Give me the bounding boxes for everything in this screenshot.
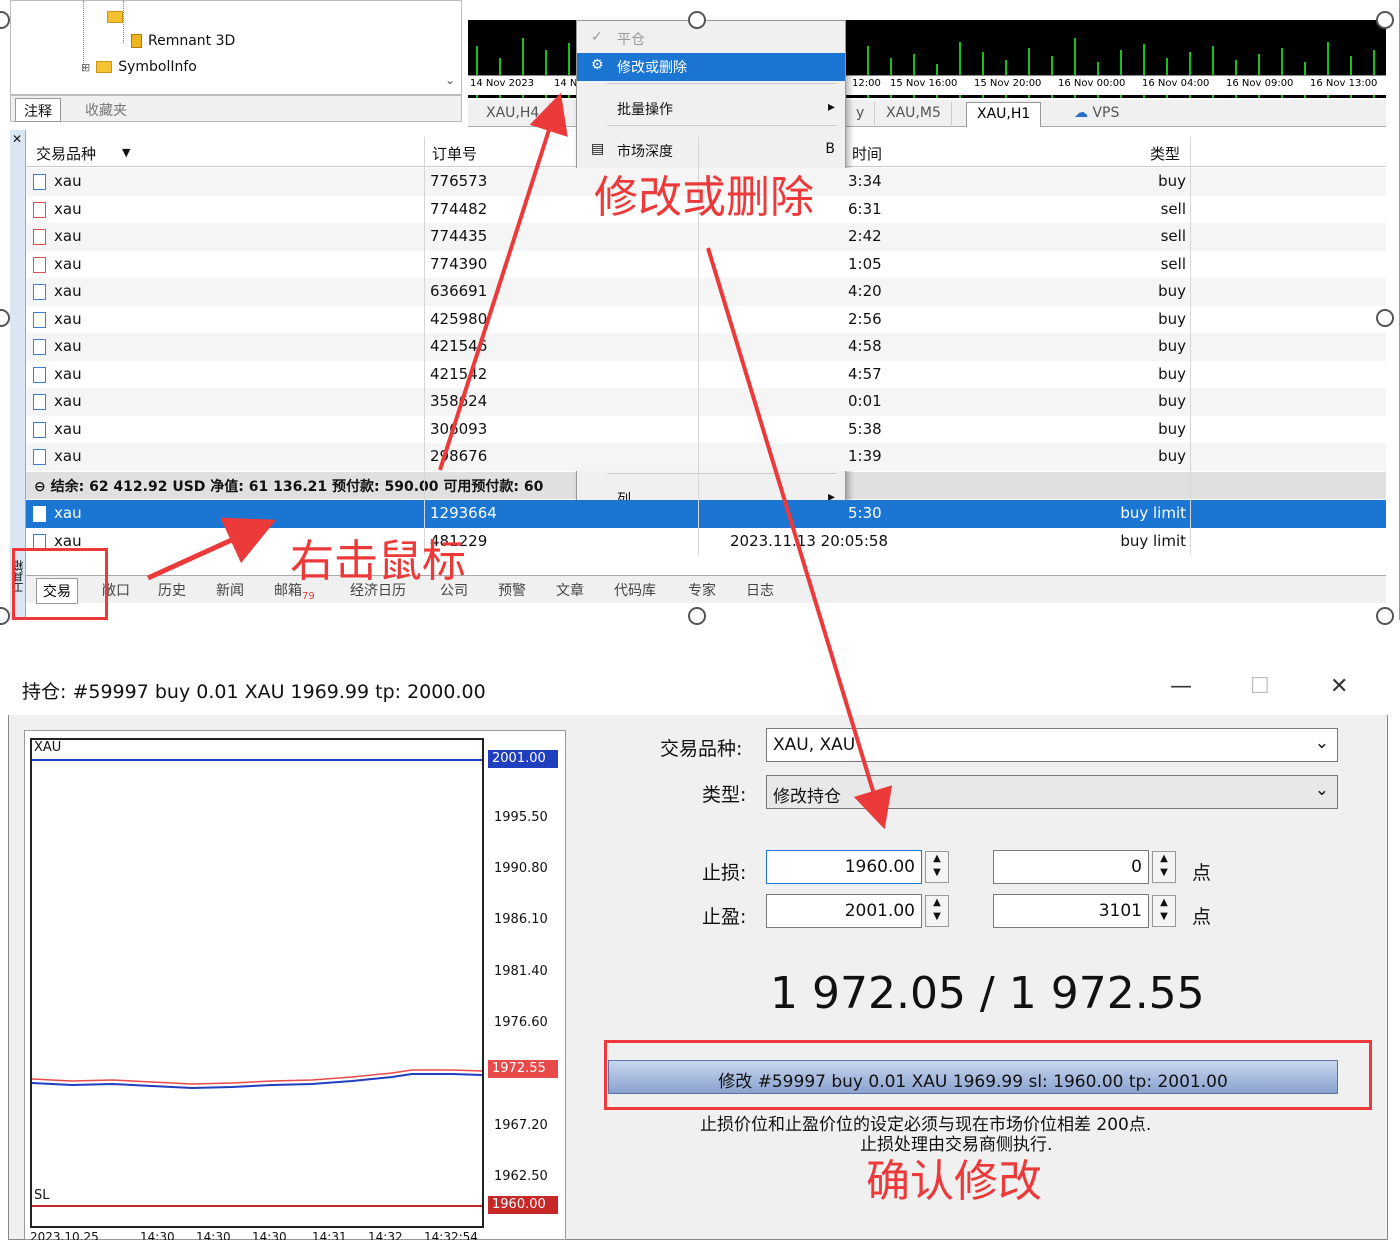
x-tick: 14:31 [312, 1230, 347, 1240]
x-tick: 14:30 [140, 1230, 175, 1240]
arrow-to-menu [438, 92, 568, 471]
x-tick: 14:30 [196, 1230, 231, 1240]
x-tick: 14:30 [252, 1230, 287, 1240]
x-tick: 14:32:54 [424, 1230, 478, 1240]
annotation-arrows [146, 92, 893, 830]
x-tick: 14:32 [368, 1230, 403, 1240]
x-tick: 2023.10.25 [30, 1230, 99, 1240]
arrow-to-dialog [706, 247, 893, 830]
arrow-to-row [146, 517, 277, 581]
